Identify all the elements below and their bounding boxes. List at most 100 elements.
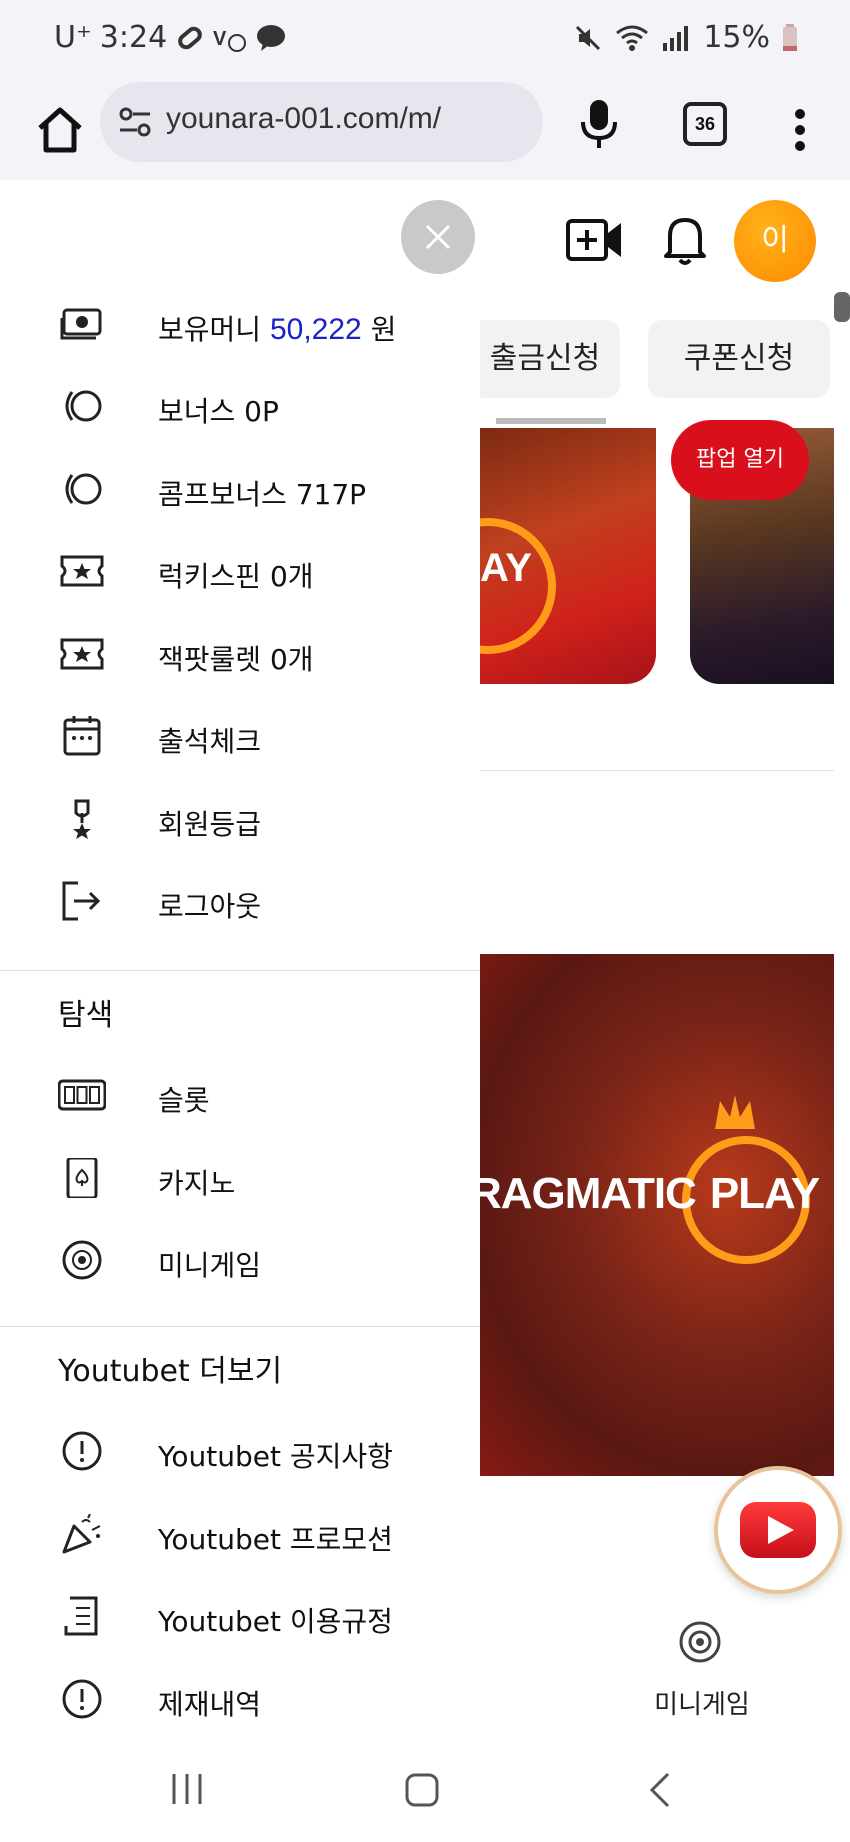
menu-item-minigame[interactable]: 미니게임 — [0, 1230, 480, 1290]
menu-item-bonus[interactable]: 보너스 0P — [0, 376, 480, 436]
battery-icon — [782, 23, 798, 53]
slot-machine-icon — [58, 1079, 106, 1111]
ticket-star-icon — [60, 555, 104, 587]
divider — [0, 1326, 480, 1327]
tab-switcher-button[interactable]: 36 — [683, 102, 727, 146]
browser-toolbar: younara-001.com/m/ 36 — [0, 82, 850, 181]
banner-logo-text: RAGMATIC PLAY — [470, 1169, 820, 1218]
ticket-star-icon — [60, 638, 104, 670]
carrier-label: U⁺ — [54, 20, 92, 55]
menu-item-attendance[interactable]: 출석체크 — [0, 706, 480, 766]
wifi-icon — [615, 23, 649, 53]
video-add-icon — [566, 219, 621, 261]
menu-item-logout[interactable]: 로그아웃 — [0, 871, 480, 931]
browser-menu-button[interactable] — [790, 100, 810, 160]
menu-item-label: 출석체크 — [158, 725, 262, 758]
recent-apps-icon[interactable] — [170, 1772, 204, 1806]
close-drawer-button[interactable] — [401, 200, 475, 274]
menu-item-sanctions[interactable]: 제재내역 — [0, 1669, 480, 1729]
document-icon — [64, 1596, 98, 1636]
bottom-nav-minigame-label[interactable]: 미니게임 — [650, 1684, 754, 1721]
notifications-button[interactable] — [660, 212, 710, 268]
balance-currency: 원 — [361, 313, 397, 346]
menu-item-slot[interactable]: 슬롯 — [0, 1065, 480, 1125]
pragmatic-play-banner[interactable]: RAGMATIC PLAY — [470, 954, 834, 1476]
address-bar[interactable]: younara-001.com/m/ — [100, 82, 543, 162]
battery-percent: 15% — [703, 20, 770, 55]
menu-item-balance[interactable]: 보유머니 50,222 원 — [0, 294, 480, 354]
menu-item-label: 미니게임 — [158, 1249, 262, 1282]
menu-item-promotion[interactable]: Youtubet 프로모션 — [0, 1504, 480, 1564]
open-popup-button[interactable]: 팝업 열기 — [671, 420, 809, 500]
menu-item-label: 콤프보너스 717P — [158, 478, 367, 511]
menu-item-label: 카지노 — [158, 1167, 236, 1200]
bonus-coin-icon — [65, 390, 102, 422]
volte-icon: V — [213, 23, 247, 53]
alert-circle-icon — [62, 1431, 102, 1471]
menu-item-notice[interactable]: Youtubet 공지사항 — [0, 1421, 480, 1481]
chip-icon — [62, 1240, 102, 1280]
section-title-more: Youtubet 더보기 — [58, 1354, 283, 1389]
comp-bonus-icon — [65, 473, 102, 505]
banner-logo-text: AY — [480, 546, 532, 590]
menu-item-label: 로그아웃 — [158, 890, 262, 923]
youtube-floating-button[interactable] — [714, 1466, 842, 1594]
microphone-icon — [581, 100, 617, 148]
play-icon — [740, 1502, 816, 1558]
party-popper-icon — [62, 1514, 101, 1554]
home-nav-icon[interactable] — [404, 1772, 440, 1808]
menu-item-label: 제재내역 — [158, 1688, 262, 1721]
divider — [470, 770, 834, 771]
menu-item-member-grade[interactable]: 회원등급 — [0, 789, 480, 849]
clock: 3:24 — [99, 20, 168, 55]
chat-bubble-icon — [255, 23, 287, 53]
more-vert-icon — [795, 109, 805, 151]
balance-label: 보유머니 — [158, 313, 270, 346]
close-icon — [425, 224, 451, 250]
avatar[interactable]: 이 — [734, 200, 816, 282]
signal-icon — [661, 23, 691, 53]
side-drawer: 보유머니 50,222 원 보너스 0P 콤프보너스 717P 럭키스핀 0개 … — [0, 180, 480, 1740]
home-icon — [38, 107, 82, 153]
menu-item-label: 보너스 0P — [158, 395, 279, 428]
balance-value: 50,222 — [269, 313, 362, 346]
menu-item-label: 회원등급 — [158, 808, 262, 841]
coupon-request-button[interactable]: 쿠폰신청 — [648, 320, 830, 398]
mute-icon — [573, 23, 603, 53]
site-settings-icon[interactable] — [116, 102, 156, 142]
system-nav-bar — [0, 1740, 850, 1842]
home-button[interactable] — [30, 100, 90, 160]
menu-item-comp-bonus[interactable]: 콤프보너스 717P — [0, 459, 480, 519]
back-icon[interactable] — [648, 1770, 672, 1810]
bell-icon — [664, 218, 706, 265]
menu-item-label: Youtubet 프로모션 — [158, 1523, 393, 1556]
medal-icon — [73, 799, 91, 839]
withdraw-request-button[interactable]: 출금신청 — [470, 320, 620, 398]
menu-item-label: 잭팟룰렛 0개 — [158, 643, 314, 676]
svg-text:V: V — [213, 28, 227, 50]
menu-item-label: 슬롯 — [158, 1084, 210, 1117]
url-text[interactable]: younara-001.com/m/ — [166, 102, 441, 136]
calendar-icon — [63, 716, 101, 756]
promo-banner[interactable]: AY — [470, 428, 656, 684]
alert-circle-icon — [62, 1679, 102, 1719]
playing-card-icon — [66, 1158, 98, 1198]
menu-item-casino[interactable]: 카지노 — [0, 1148, 480, 1208]
divider — [0, 970, 480, 971]
crown-icon — [715, 1095, 755, 1129]
menu-item-jackpot-roulette[interactable]: 잭팟룰렛 0개 — [0, 624, 480, 684]
voice-search-button[interactable] — [575, 96, 623, 152]
menu-item-terms[interactable]: Youtubet 이용규정 — [0, 1586, 480, 1646]
tab-indicator — [496, 418, 606, 424]
menu-item-lucky-spin[interactable]: 럭키스핀 0개 — [0, 541, 480, 601]
chip-icon[interactable] — [678, 1620, 722, 1664]
section-title-explore: 탐색 — [58, 998, 114, 1033]
menu-item-label: Youtubet 공지사항 — [158, 1440, 393, 1473]
menu-item-label: Youtubet 이용규정 — [158, 1605, 393, 1638]
money-icon — [60, 308, 102, 340]
scrollbar-thumb[interactable] — [834, 292, 850, 322]
link-icon — [175, 23, 205, 53]
video-add-button[interactable] — [565, 215, 625, 265]
logout-icon — [62, 881, 101, 921]
menu-item-label: 럭키스핀 0개 — [158, 560, 314, 593]
